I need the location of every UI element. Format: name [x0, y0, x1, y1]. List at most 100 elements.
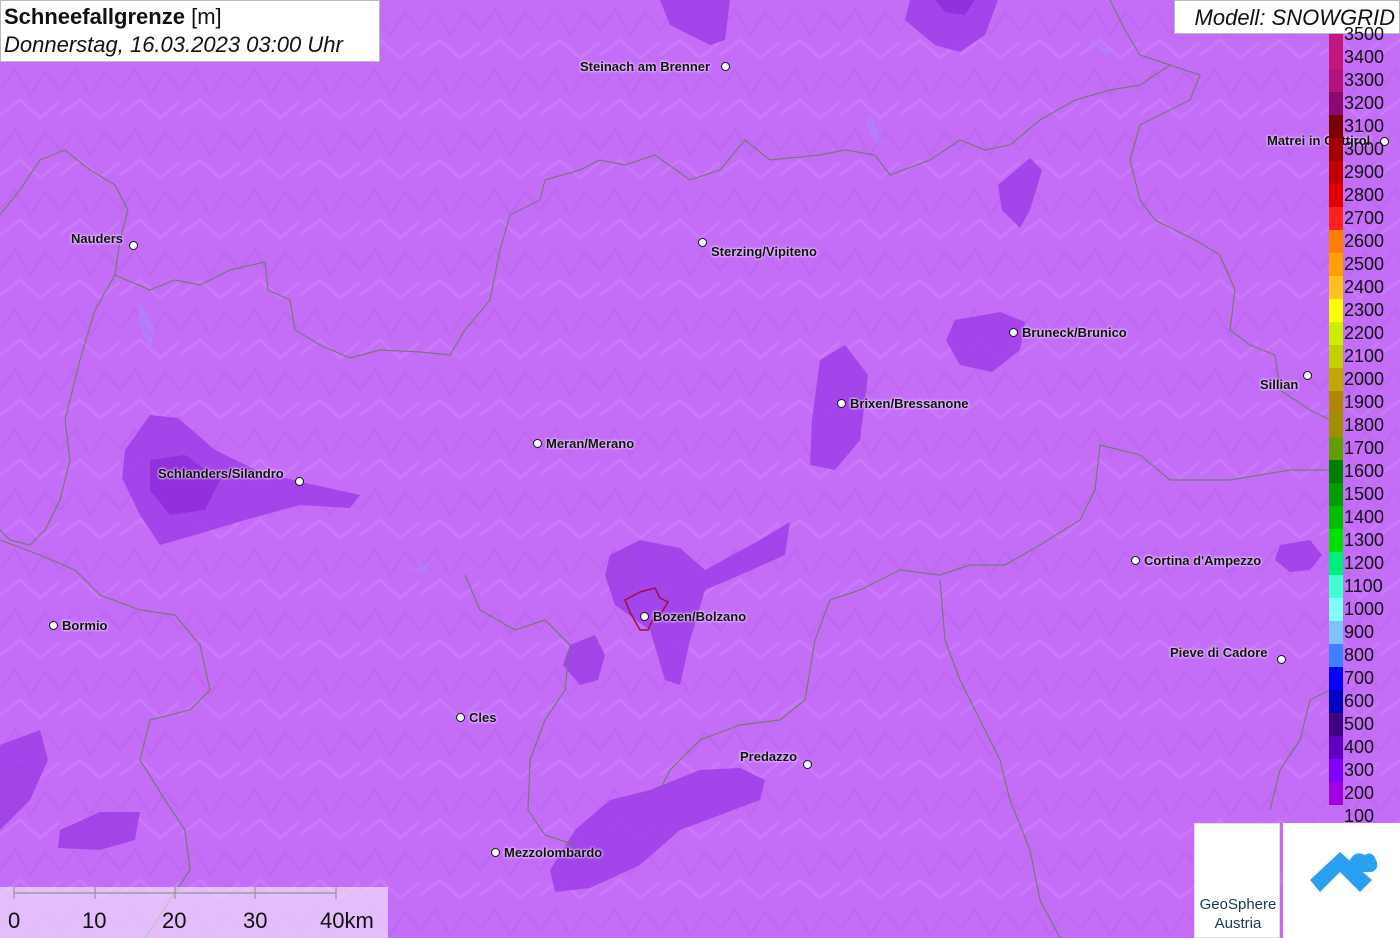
legend-swatch [1329, 368, 1343, 391]
city-label: Bormio [62, 618, 108, 633]
city-marker[interactable] [837, 399, 846, 408]
legend-label: 2000 [1344, 369, 1385, 389]
city-label: Nauders [71, 231, 124, 246]
map-title-box: Schneefallgrenze [m] Donnerstag, 16.03.2… [0, 0, 380, 62]
map-unit: [m] [191, 4, 222, 29]
legend-label: 3300 [1344, 70, 1385, 90]
legend-label: 1100 [1344, 576, 1383, 596]
city-marker[interactable] [533, 439, 542, 448]
legend-label: 3400 [1344, 47, 1385, 67]
legend-swatch [1329, 782, 1343, 805]
city-marker[interactable] [456, 713, 465, 722]
legend-label: 600 [1344, 691, 1375, 711]
legend-label: 700 [1344, 668, 1375, 688]
legend-label: 2800 [1344, 185, 1385, 205]
legend-swatch [1329, 161, 1343, 184]
legend-swatch [1329, 345, 1343, 368]
legend-swatch [1329, 276, 1343, 299]
city-marker[interactable] [1277, 655, 1286, 664]
legend-swatch [1329, 506, 1343, 529]
legend-label: 2400 [1344, 277, 1385, 297]
city-marker[interactable] [295, 477, 304, 486]
city-label: Schlanders/Silandro [158, 466, 284, 481]
city-label: Cles [469, 710, 497, 725]
legend-swatch [1329, 644, 1343, 667]
legend-label: 400 [1344, 737, 1375, 757]
legend-label: 3500 [1344, 24, 1385, 44]
legend-label: 1800 [1344, 415, 1385, 435]
house-logo-icon [1310, 852, 1378, 892]
legend-label: 1500 [1344, 484, 1385, 504]
city-marker[interactable] [49, 621, 58, 630]
legend-label: 2200 [1344, 323, 1385, 343]
legend-swatch [1329, 46, 1343, 69]
legend-swatch [1329, 621, 1343, 644]
legend-label: 2300 [1344, 300, 1385, 320]
city-label: Mezzolombardo [504, 845, 603, 860]
legend-swatch [1329, 253, 1343, 276]
legend-label: 1300 [1344, 530, 1385, 550]
legend-swatch [1329, 690, 1343, 713]
legend-swatch [1329, 92, 1343, 115]
legend-swatch [1329, 115, 1343, 138]
legend-label: 3100 [1344, 116, 1385, 136]
city-label: Sterzing/Vipiteno [711, 244, 817, 259]
legend-swatch [1329, 759, 1343, 782]
geosphere-logo[interactable]: GeoSphere Austria [1194, 823, 1280, 938]
city-marker[interactable] [698, 238, 707, 247]
legend-swatch [1329, 437, 1343, 460]
legend-label: 2100 [1344, 346, 1385, 366]
scale-label: 0 [8, 908, 21, 933]
city-label: Sillian [1260, 377, 1299, 392]
scale-label: 20 [162, 908, 187, 933]
legend-swatch [1329, 483, 1343, 506]
legend-label: 1000 [1344, 599, 1385, 619]
city-marker[interactable] [1303, 371, 1312, 380]
city-label: Pieve di Cadore [1170, 645, 1268, 660]
city-marker[interactable] [803, 760, 812, 769]
legend-label: 1200 [1344, 553, 1385, 573]
legend-label: 2700 [1344, 208, 1385, 228]
city-marker[interactable] [129, 241, 138, 250]
legend-swatch [1329, 34, 1343, 46]
legend-swatch [1329, 667, 1343, 690]
legend-label: 800 [1344, 645, 1375, 665]
city-label: Brixen/Bressanone [850, 396, 969, 411]
legend-label: 1700 [1344, 438, 1385, 458]
geosphere-logo-text-1: GeoSphere [1199, 896, 1277, 913]
scale-label: 40km [320, 908, 374, 933]
legend-label: 900 [1344, 622, 1375, 642]
legend-swatch [1329, 207, 1343, 230]
legend-swatch [1329, 736, 1343, 759]
city-marker[interactable] [1131, 556, 1140, 565]
legend-swatch [1329, 391, 1343, 414]
city-marker[interactable] [1009, 328, 1018, 337]
legend-swatch [1329, 460, 1343, 483]
map-title: Schneefallgrenze [m] [4, 3, 379, 31]
legend-label: 2500 [1344, 254, 1385, 274]
city-label: Predazzo [740, 749, 798, 764]
legend-swatch [1329, 598, 1343, 621]
scale-label: 30 [243, 908, 268, 933]
city-label: Meran/Merano [546, 436, 635, 451]
legend-swatch [1329, 322, 1343, 345]
legend-swatch [1329, 299, 1343, 322]
legend-swatch [1329, 138, 1343, 161]
legend-swatch [1329, 713, 1343, 736]
city-marker[interactable] [491, 848, 500, 857]
city-label: Steinach am Brenner [580, 59, 711, 74]
city-label: Bozen/Bolzano [653, 609, 747, 624]
city-marker[interactable] [640, 612, 649, 621]
legend-swatch [1329, 552, 1343, 575]
legend-swatch [1329, 414, 1343, 437]
legend-label: 2900 [1344, 162, 1385, 182]
legend-swatch [1329, 184, 1343, 207]
legend-label: 500 [1344, 714, 1375, 734]
legend-label: 200 [1344, 783, 1375, 803]
legend-swatch [1329, 69, 1343, 92]
legend-label: 3000 [1344, 139, 1385, 159]
city-marker[interactable] [721, 62, 730, 71]
scale-label: 10 [82, 908, 107, 933]
legend-swatch [1329, 529, 1343, 552]
map-datetime: Donnerstag, 16.03.2023 03:00 Uhr [4, 32, 343, 57]
